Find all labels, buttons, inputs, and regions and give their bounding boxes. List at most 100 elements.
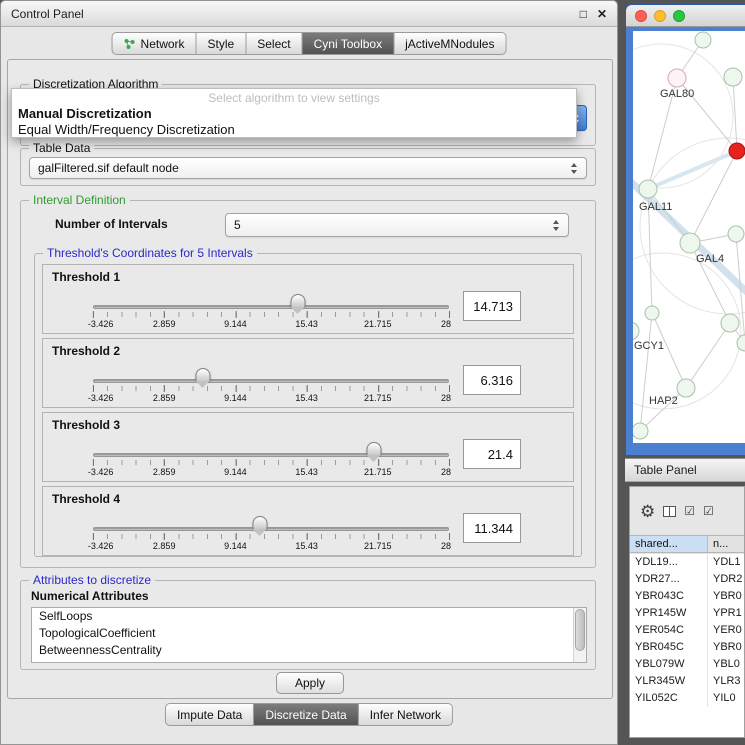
threshold-1-slider[interactable]: -3.426 2.859 9.144 15.43 21.715 28 <box>93 289 449 331</box>
tab-impute-data[interactable]: Impute Data <box>165 703 254 726</box>
checkbox-icon[interactable]: ☑ <box>703 505 714 517</box>
slider-axis: -3.426 2.859 9.144 15.43 21.715 28 <box>93 393 449 405</box>
network-node-selected[interactable] <box>729 143 745 159</box>
number-of-intervals-combobox[interactable]: 5 <box>225 213 569 237</box>
table-row[interactable]: YBL079WYBL0 <box>630 656 744 673</box>
tab-jactivemnodules[interactable]: jActiveMNodules <box>394 32 506 55</box>
table-panel-header: Table Panel <box>625 458 745 482</box>
algorithm-option-equal-width[interactable]: Equal Width/Frequency Discretization <box>12 122 576 138</box>
cell: YBR0 <box>708 639 744 656</box>
axis-label: 21.715 <box>364 541 392 551</box>
table-row[interactable]: YBR043CYBR0 <box>630 588 744 605</box>
network-node[interactable] <box>668 69 686 87</box>
axis-label: 9.144 <box>224 541 247 551</box>
tab-style[interactable]: Style <box>197 32 247 55</box>
table-row[interactable]: YDR27...YDR2 <box>630 571 744 588</box>
tab-network[interactable]: Network <box>112 32 197 55</box>
table-row[interactable]: YLR345WYLR3 <box>630 673 744 690</box>
slider-track[interactable] <box>93 453 449 457</box>
slider-thumb[interactable] <box>253 516 268 529</box>
network-node[interactable] <box>724 68 742 86</box>
slider-thumb[interactable] <box>291 294 306 307</box>
threshold-4-value-field[interactable]: 11.344 <box>463 513 521 543</box>
cell: YDL1 <box>708 554 744 571</box>
network-node[interactable] <box>721 314 739 332</box>
table-row[interactable]: YDL19...YDL1 <box>630 554 744 571</box>
gear-icon[interactable]: ⚙ <box>640 503 655 520</box>
slider-thumb[interactable] <box>196 368 211 381</box>
slider-track[interactable] <box>93 527 449 531</box>
tab-cyni-toolbox-label: Cyni Toolbox <box>314 37 382 51</box>
axis-label: 9.144 <box>224 319 247 329</box>
interval-definition-title: Interval Definition <box>29 193 130 207</box>
float-window-icon[interactable]: □ <box>580 7 587 21</box>
apply-button[interactable]: Apply <box>276 672 344 694</box>
table-row[interactable]: YBR045CYBR0 <box>630 639 744 656</box>
scrollbar-thumb[interactable] <box>575 609 585 651</box>
tab-infer-network[interactable]: Infer Network <box>359 703 453 726</box>
threshold-2-label: Threshold 2 <box>52 344 120 358</box>
zoom-traffic-light[interactable] <box>673 10 685 22</box>
axis-label: 2.859 <box>153 319 176 329</box>
close-traffic-light[interactable] <box>635 10 647 22</box>
list-item[interactable]: BetweennessCentrality <box>32 642 586 659</box>
axis-label: 9.144 <box>224 393 247 403</box>
threshold-2-slider[interactable]: -3.426 2.859 9.144 15.43 21.715 28 <box>93 363 449 405</box>
network-canvas[interactable]: GAL80 GAL11 GAL4 GCY1 HAP2 <box>633 31 745 443</box>
tab-discretize-data[interactable]: Discretize Data <box>254 703 358 726</box>
table-data-selected-value: galFiltered.sif default node <box>38 161 179 175</box>
combo-arrows-icon <box>571 163 578 174</box>
threshold-3-slider[interactable]: -3.426 2.859 9.144 15.43 21.715 28 <box>93 437 449 479</box>
threshold-1-panel: Threshold 1 -3.426 2.859 9.144 15.43 21.… <box>42 264 574 334</box>
tab-select[interactable]: Select <box>246 32 302 55</box>
axis-label: 15.43 <box>295 541 318 551</box>
network-node[interactable] <box>639 180 657 198</box>
network-node[interactable] <box>633 322 639 340</box>
numerical-attributes-label: Numerical Attributes <box>31 589 149 603</box>
checkbox-icon[interactable]: ☑ <box>684 505 695 517</box>
column-header-name[interactable]: n... <box>708 536 744 552</box>
network-node[interactable] <box>737 335 745 351</box>
list-item[interactable]: TopologicalCoefficient <box>32 625 586 642</box>
node-label: GCY1 <box>634 340 664 352</box>
tab-cyni-toolbox[interactable]: Cyni Toolbox <box>303 32 394 55</box>
algorithm-option-manual[interactable]: Manual Discretization <box>12 106 576 122</box>
threshold-4-slider[interactable]: -3.426 2.859 9.144 15.43 21.715 28 <box>93 511 449 553</box>
network-node[interactable] <box>695 32 711 48</box>
threshold-1-value-field[interactable]: 14.713 <box>463 291 521 321</box>
axis-label: 21.715 <box>364 393 392 403</box>
slider-track[interactable] <box>93 305 449 309</box>
table-panel: ⚙ ☑ ☑ shared... n... YDL19...YDL1 YDR27.… <box>629 486 745 738</box>
list-item[interactable]: SelfLoops <box>32 608 586 625</box>
table-panel-toolbar: ⚙ ☑ ☑ <box>630 487 744 535</box>
axis-label: 28 <box>441 541 451 551</box>
table-row[interactable]: YER054CYER0 <box>630 622 744 639</box>
table-row[interactable]: YIL052CYIL0 <box>630 690 744 707</box>
list-scrollbar[interactable] <box>573 608 586 662</box>
column-header-shared-name[interactable]: shared... <box>630 536 708 552</box>
slider-axis: -3.426 2.859 9.144 15.43 21.715 28 <box>93 541 449 553</box>
network-node[interactable] <box>633 423 648 439</box>
tab-style-label: Style <box>208 37 235 51</box>
slider-thumb[interactable] <box>367 442 382 455</box>
node-label: HAP2 <box>649 395 678 407</box>
axis-label: 15.43 <box>295 467 318 477</box>
columns-icon[interactable] <box>663 506 676 517</box>
threshold-3-panel: Threshold 3 -3.426 2.859 9.144 15.43 21.… <box>42 412 574 482</box>
close-icon[interactable]: ✕ <box>597 7 607 21</box>
minimize-traffic-light[interactable] <box>654 10 666 22</box>
attributes-group-title: Attributes to discretize <box>29 573 155 587</box>
threshold-2-value-field[interactable]: 6.316 <box>463 365 521 395</box>
table-row[interactable]: YPR145WYPR1 <box>630 605 744 622</box>
network-node[interactable] <box>680 233 700 253</box>
network-node[interactable] <box>728 226 744 242</box>
table-data-combobox[interactable]: galFiltered.sif default node <box>29 157 587 179</box>
slider-track[interactable] <box>93 379 449 383</box>
threshold-3-value-field[interactable]: 21.4 <box>463 439 521 469</box>
network-node[interactable] <box>645 306 659 320</box>
cell: YBL0 <box>708 656 744 673</box>
axis-label: 2.859 <box>153 467 176 477</box>
cell: YDR2 <box>708 571 744 588</box>
network-node[interactable] <box>677 379 695 397</box>
tab-discretize-data-label: Discretize Data <box>265 708 346 722</box>
